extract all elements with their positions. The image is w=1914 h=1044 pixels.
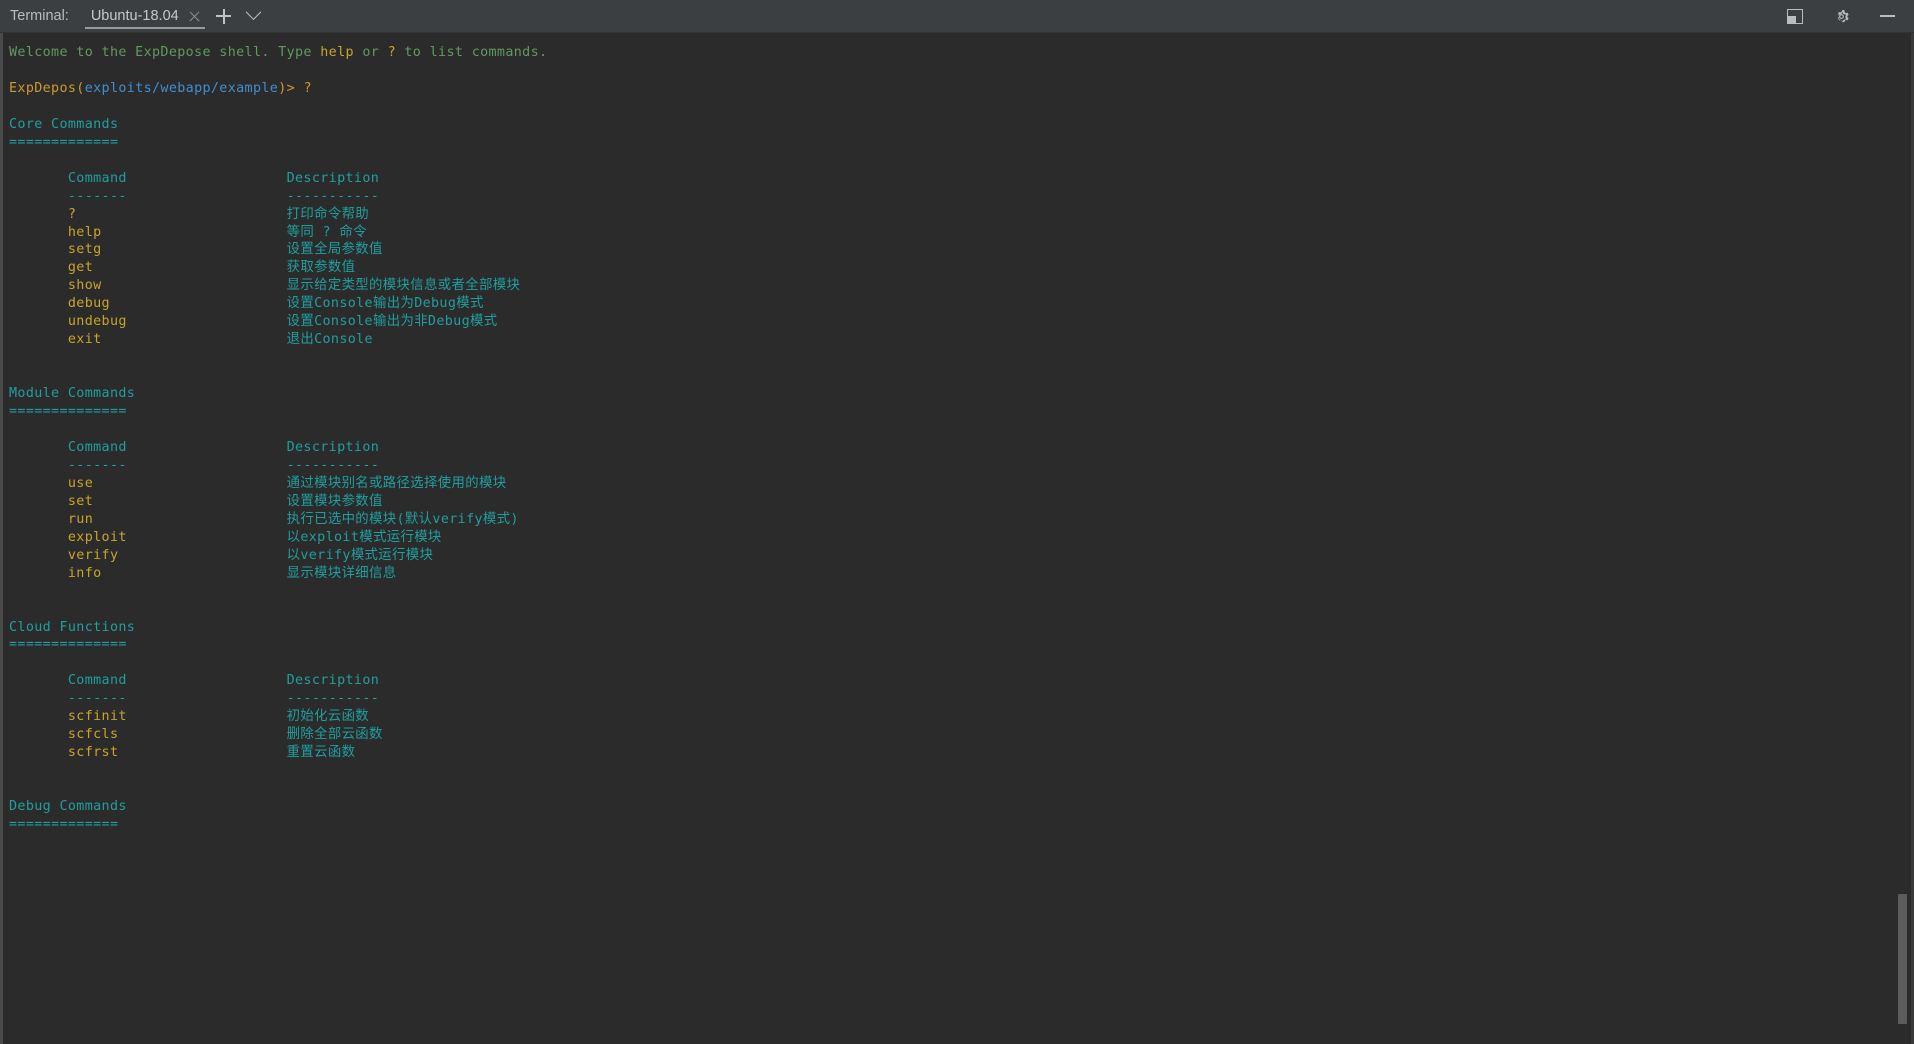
terminal-output-pane[interactable]: Welcome to the ExpDepose shell. Type hel… [0,33,1914,1044]
toolwindow-header-actions [1780,0,1914,32]
tab-title: Ubuntu-18.04 [90,8,179,24]
tab-list-button[interactable] [239,0,269,32]
chevron-down-icon [245,3,262,20]
plus-icon [216,8,232,24]
gear-icon [1837,9,1849,22]
terminal-toolwindow-header: Terminal: Ubuntu-18.04 [0,0,1914,33]
toolwindow-label: Terminal: [10,8,69,24]
new-session-button[interactable] [209,0,239,32]
close-icon[interactable] [188,10,201,23]
terminal-tab-ubuntu-18-04[interactable]: Ubuntu-18.04 [79,0,209,32]
terminal-scrollbar[interactable] [1897,33,1908,1044]
split-pane-button[interactable] [1780,8,1810,24]
split-pane-icon [1787,8,1803,24]
minimize-icon [1879,15,1895,17]
minimize-button[interactable] [1872,15,1902,17]
terminal-scrollbar-thumb[interactable] [1898,894,1907,1024]
settings-button[interactable] [1826,8,1856,25]
terminal-text: Welcome to the ExpDepose shell. Type hel… [9,45,548,832]
